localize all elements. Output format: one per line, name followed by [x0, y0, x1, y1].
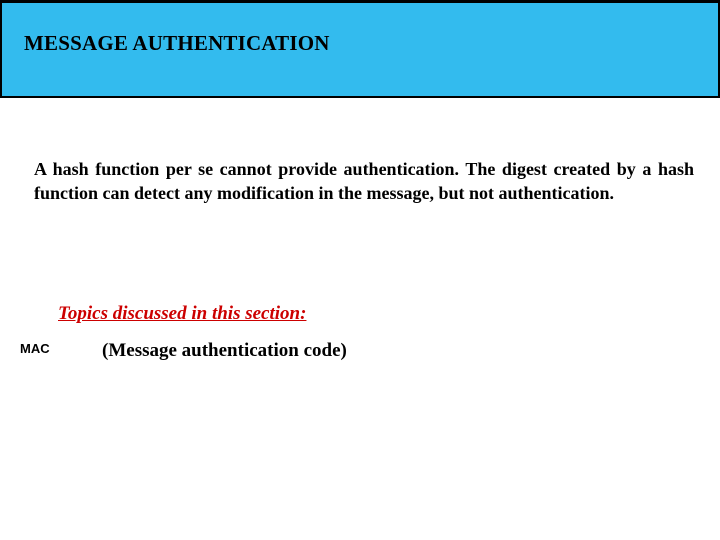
slide: MESSAGE AUTHENTICATION A hash function p…: [0, 0, 720, 540]
mac-label: MAC: [20, 341, 50, 356]
title-box: MESSAGE AUTHENTICATION: [0, 0, 720, 98]
slide-title: MESSAGE AUTHENTICATION: [24, 31, 330, 56]
topics-heading: Topics discussed in this section:: [58, 303, 306, 325]
intro-paragraph: A hash function per se cannot provide au…: [34, 158, 694, 206]
mac-description: (Message authentication code): [102, 340, 347, 362]
